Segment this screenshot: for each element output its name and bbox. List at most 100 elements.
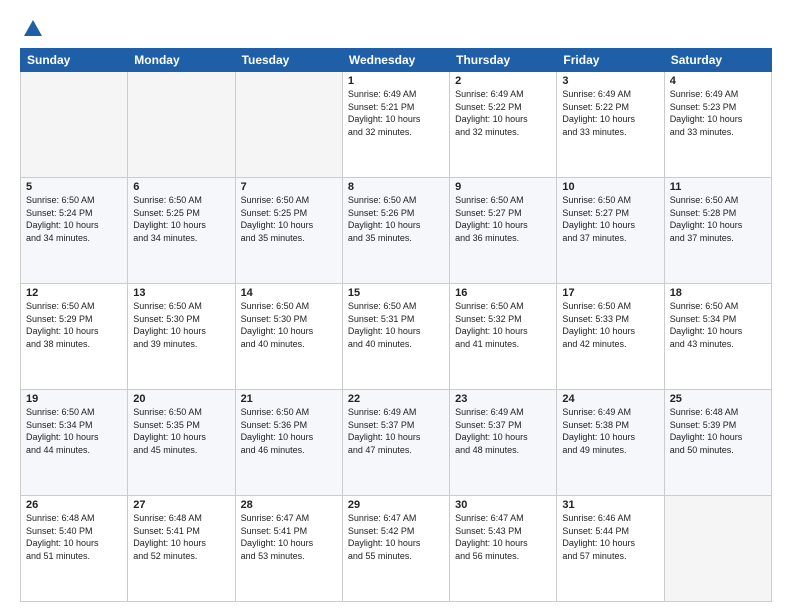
calendar-cell: 18Sunrise: 6:50 AM Sunset: 5:34 PM Dayli… (664, 284, 771, 390)
calendar-cell: 19Sunrise: 6:50 AM Sunset: 5:34 PM Dayli… (21, 390, 128, 496)
calendar-cell: 13Sunrise: 6:50 AM Sunset: 5:30 PM Dayli… (128, 284, 235, 390)
day-number: 12 (26, 287, 122, 299)
day-info: Sunrise: 6:50 AM Sunset: 5:31 PM Dayligh… (348, 300, 444, 350)
day-info: Sunrise: 6:46 AM Sunset: 5:44 PM Dayligh… (562, 512, 658, 562)
day-number: 31 (562, 499, 658, 511)
calendar-cell: 31Sunrise: 6:46 AM Sunset: 5:44 PM Dayli… (557, 496, 664, 602)
calendar-cell: 12Sunrise: 6:50 AM Sunset: 5:29 PM Dayli… (21, 284, 128, 390)
day-number: 8 (348, 181, 444, 193)
calendar-cell: 14Sunrise: 6:50 AM Sunset: 5:30 PM Dayli… (235, 284, 342, 390)
week-row-2: 5Sunrise: 6:50 AM Sunset: 5:24 PM Daylig… (21, 178, 772, 284)
day-info: Sunrise: 6:50 AM Sunset: 5:34 PM Dayligh… (670, 300, 766, 350)
calendar-cell: 8Sunrise: 6:50 AM Sunset: 5:26 PM Daylig… (342, 178, 449, 284)
header-saturday: Saturday (664, 49, 771, 72)
calendar-cell: 20Sunrise: 6:50 AM Sunset: 5:35 PM Dayli… (128, 390, 235, 496)
calendar-cell: 4Sunrise: 6:49 AM Sunset: 5:23 PM Daylig… (664, 72, 771, 178)
day-number: 4 (670, 75, 766, 87)
calendar-cell (21, 72, 128, 178)
day-number: 3 (562, 75, 658, 87)
calendar-cell (128, 72, 235, 178)
day-number: 5 (26, 181, 122, 193)
day-number: 27 (133, 499, 229, 511)
header-sunday: Sunday (21, 49, 128, 72)
calendar-cell: 23Sunrise: 6:49 AM Sunset: 5:37 PM Dayli… (450, 390, 557, 496)
day-info: Sunrise: 6:50 AM Sunset: 5:28 PM Dayligh… (670, 194, 766, 244)
day-number: 7 (241, 181, 337, 193)
day-number: 29 (348, 499, 444, 511)
day-info: Sunrise: 6:49 AM Sunset: 5:23 PM Dayligh… (670, 88, 766, 138)
calendar-cell: 27Sunrise: 6:48 AM Sunset: 5:41 PM Dayli… (128, 496, 235, 602)
day-number: 26 (26, 499, 122, 511)
header-wednesday: Wednesday (342, 49, 449, 72)
day-number: 10 (562, 181, 658, 193)
day-info: Sunrise: 6:50 AM Sunset: 5:32 PM Dayligh… (455, 300, 551, 350)
day-number: 13 (133, 287, 229, 299)
calendar-cell: 24Sunrise: 6:49 AM Sunset: 5:38 PM Dayli… (557, 390, 664, 496)
logo-icon (22, 18, 44, 40)
week-row-3: 12Sunrise: 6:50 AM Sunset: 5:29 PM Dayli… (21, 284, 772, 390)
calendar-cell: 6Sunrise: 6:50 AM Sunset: 5:25 PM Daylig… (128, 178, 235, 284)
calendar-cell: 21Sunrise: 6:50 AM Sunset: 5:36 PM Dayli… (235, 390, 342, 496)
day-info: Sunrise: 6:47 AM Sunset: 5:43 PM Dayligh… (455, 512, 551, 562)
header-monday: Monday (128, 49, 235, 72)
header-friday: Friday (557, 49, 664, 72)
calendar-cell: 28Sunrise: 6:47 AM Sunset: 5:41 PM Dayli… (235, 496, 342, 602)
calendar-cell: 30Sunrise: 6:47 AM Sunset: 5:43 PM Dayli… (450, 496, 557, 602)
day-number: 1 (348, 75, 444, 87)
day-number: 25 (670, 393, 766, 405)
day-info: Sunrise: 6:50 AM Sunset: 5:25 PM Dayligh… (241, 194, 337, 244)
day-info: Sunrise: 6:48 AM Sunset: 5:39 PM Dayligh… (670, 406, 766, 456)
day-number: 23 (455, 393, 551, 405)
calendar-cell: 15Sunrise: 6:50 AM Sunset: 5:31 PM Dayli… (342, 284, 449, 390)
day-number: 16 (455, 287, 551, 299)
calendar-cell (664, 496, 771, 602)
day-info: Sunrise: 6:50 AM Sunset: 5:26 PM Dayligh… (348, 194, 444, 244)
week-row-5: 26Sunrise: 6:48 AM Sunset: 5:40 PM Dayli… (21, 496, 772, 602)
calendar-cell: 3Sunrise: 6:49 AM Sunset: 5:22 PM Daylig… (557, 72, 664, 178)
calendar-cell: 16Sunrise: 6:50 AM Sunset: 5:32 PM Dayli… (450, 284, 557, 390)
calendar-cell: 5Sunrise: 6:50 AM Sunset: 5:24 PM Daylig… (21, 178, 128, 284)
header-tuesday: Tuesday (235, 49, 342, 72)
week-row-1: 1Sunrise: 6:49 AM Sunset: 5:21 PM Daylig… (21, 72, 772, 178)
day-info: Sunrise: 6:47 AM Sunset: 5:41 PM Dayligh… (241, 512, 337, 562)
week-row-4: 19Sunrise: 6:50 AM Sunset: 5:34 PM Dayli… (21, 390, 772, 496)
day-number: 22 (348, 393, 444, 405)
day-info: Sunrise: 6:50 AM Sunset: 5:24 PM Dayligh… (26, 194, 122, 244)
calendar-cell: 17Sunrise: 6:50 AM Sunset: 5:33 PM Dayli… (557, 284, 664, 390)
day-info: Sunrise: 6:49 AM Sunset: 5:38 PM Dayligh… (562, 406, 658, 456)
header-thursday: Thursday (450, 49, 557, 72)
day-info: Sunrise: 6:50 AM Sunset: 5:33 PM Dayligh… (562, 300, 658, 350)
day-info: Sunrise: 6:50 AM Sunset: 5:36 PM Dayligh… (241, 406, 337, 456)
calendar-cell: 22Sunrise: 6:49 AM Sunset: 5:37 PM Dayli… (342, 390, 449, 496)
day-info: Sunrise: 6:48 AM Sunset: 5:41 PM Dayligh… (133, 512, 229, 562)
day-number: 17 (562, 287, 658, 299)
logo (20, 18, 44, 40)
calendar-cell: 11Sunrise: 6:50 AM Sunset: 5:28 PM Dayli… (664, 178, 771, 284)
day-number: 14 (241, 287, 337, 299)
calendar-cell: 1Sunrise: 6:49 AM Sunset: 5:21 PM Daylig… (342, 72, 449, 178)
day-number: 6 (133, 181, 229, 193)
calendar-cell: 10Sunrise: 6:50 AM Sunset: 5:27 PM Dayli… (557, 178, 664, 284)
day-number: 20 (133, 393, 229, 405)
day-number: 2 (455, 75, 551, 87)
day-info: Sunrise: 6:49 AM Sunset: 5:22 PM Dayligh… (455, 88, 551, 138)
day-number: 24 (562, 393, 658, 405)
calendar-cell: 7Sunrise: 6:50 AM Sunset: 5:25 PM Daylig… (235, 178, 342, 284)
day-info: Sunrise: 6:50 AM Sunset: 5:27 PM Dayligh… (562, 194, 658, 244)
calendar-cell (235, 72, 342, 178)
day-number: 30 (455, 499, 551, 511)
day-info: Sunrise: 6:48 AM Sunset: 5:40 PM Dayligh… (26, 512, 122, 562)
calendar-cell: 29Sunrise: 6:47 AM Sunset: 5:42 PM Dayli… (342, 496, 449, 602)
calendar-table: SundayMondayTuesdayWednesdayThursdayFrid… (20, 48, 772, 602)
day-info: Sunrise: 6:50 AM Sunset: 5:34 PM Dayligh… (26, 406, 122, 456)
day-info: Sunrise: 6:50 AM Sunset: 5:25 PM Dayligh… (133, 194, 229, 244)
day-info: Sunrise: 6:49 AM Sunset: 5:37 PM Dayligh… (455, 406, 551, 456)
header (20, 18, 772, 40)
day-number: 21 (241, 393, 337, 405)
day-info: Sunrise: 6:50 AM Sunset: 5:30 PM Dayligh… (241, 300, 337, 350)
day-info: Sunrise: 6:47 AM Sunset: 5:42 PM Dayligh… (348, 512, 444, 562)
day-number: 28 (241, 499, 337, 511)
day-number: 9 (455, 181, 551, 193)
calendar-cell: 26Sunrise: 6:48 AM Sunset: 5:40 PM Dayli… (21, 496, 128, 602)
day-number: 18 (670, 287, 766, 299)
